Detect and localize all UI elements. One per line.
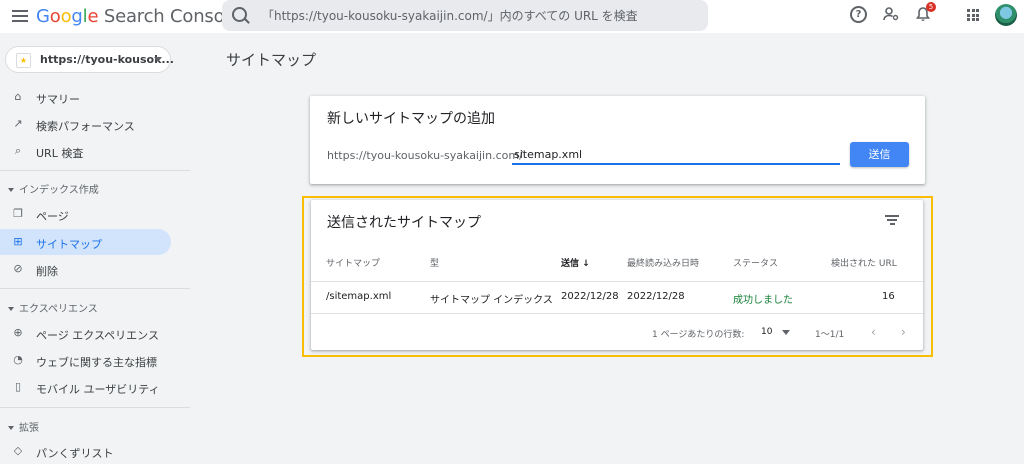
column-header-last-read[interactable]: 最終読み込み日時 (627, 256, 699, 269)
caret-down-icon (8, 426, 14, 430)
section-experience[interactable]: エクスペリエンス (8, 300, 98, 315)
add-sitemap-title: 新しいサイトマップの追加 (327, 111, 495, 127)
search-placeholder: 「https://tyou-kousoku-syakaijin.com/」内のす… (262, 9, 638, 23)
manage-users-icon[interactable] (882, 6, 900, 24)
add-sitemap-card: 新しいサイトマップの追加 https://tyou-kousoku-syakai… (310, 96, 925, 184)
submitted-sitemaps-title: 送信されたサイトマップ (327, 215, 481, 231)
sidebar-item-pages[interactable]: ❐ ページ (0, 201, 171, 227)
cell-status: 成功しました (733, 295, 793, 306)
phone-icon: ▯ (14, 380, 22, 393)
sitemap-url-prefix: https://tyou-kousoku-syakaijin.com/ (327, 149, 523, 162)
notification-badge: 5 (926, 2, 936, 12)
sidebar-item-breadcrumbs[interactable]: ◇ パンくずリスト (0, 438, 171, 464)
trending-icon: ↗ (13, 117, 23, 130)
caret-down-icon (8, 188, 14, 192)
sitemap-icon: ⊞ (13, 235, 23, 248)
table-divider (311, 281, 923, 282)
chevron-down-icon[interactable] (782, 330, 790, 335)
page-title: サイトマップ (226, 51, 317, 69)
diamond-icon: ◇ (13, 444, 23, 457)
filter-icon[interactable] (885, 215, 899, 225)
chevron-down-icon (154, 57, 162, 62)
cell-last-read: 2022/12/28 (627, 291, 685, 302)
site-favicon-icon: ★ (16, 53, 31, 68)
section-index[interactable]: インデックス作成 (8, 181, 99, 196)
sidebar-divider (0, 288, 190, 289)
sidebar-divider (0, 170, 190, 171)
search-icon (232, 7, 247, 22)
sidebar-item-summary[interactable]: ⌂ サマリー (0, 84, 171, 110)
search-icon: ⌕ (14, 144, 22, 157)
table-divider (311, 313, 923, 314)
menu-icon[interactable] (12, 8, 28, 24)
apps-grid-icon[interactable] (967, 9, 979, 21)
rows-per-page-select[interactable]: 10 (761, 327, 772, 337)
sidebar-item-performance[interactable]: ↗ 検索パフォーマンス (0, 111, 171, 137)
pagination-range: 1〜1/1 (815, 330, 845, 340)
sidebar-item-core-web-vitals[interactable]: ◔ ウェブに関する主な指標 (0, 347, 171, 373)
sidebar-item-mobile-usability[interactable]: ▯ モバイル ユーザビリティ (0, 374, 171, 400)
cell-sitemap[interactable]: /sitemap.xml (326, 291, 391, 302)
sitemap-url-input[interactable] (512, 145, 840, 165)
home-icon: ⌂ (14, 90, 22, 103)
column-header-discovered-urls[interactable]: 検出された URL (831, 256, 897, 269)
plus-circle-icon: ⊕ (13, 326, 23, 339)
section-enhancements[interactable]: 拡張 (8, 419, 39, 434)
arrow-down-icon: ↓ (582, 259, 590, 269)
speed-icon: ◔ (13, 353, 23, 366)
sidebar-divider (0, 407, 190, 408)
sidebar-item-page-experience[interactable]: ⊕ ページ エクスペリエンス (0, 320, 171, 346)
cell-type: サイトマップ インデックス (430, 295, 553, 306)
cell-submitted: 2022/12/28 (561, 291, 619, 302)
previous-page-icon[interactable]: ‹ (871, 325, 876, 339)
pages-icon: ❐ (13, 207, 23, 220)
column-header-type[interactable]: 型 (430, 256, 439, 269)
sidebar-item-removals[interactable]: ⊘ 削除 (0, 256, 171, 282)
submit-button[interactable]: 送信 (850, 142, 909, 167)
url-inspection-search-bar[interactable]: 「https://tyou-kousoku-syakaijin.com/」内のす… (222, 0, 708, 31)
rows-per-page-label: 1 ページあたりの行数: (652, 330, 745, 340)
caret-down-icon (8, 307, 14, 311)
removals-icon: ⊘ (13, 262, 23, 275)
next-page-icon[interactable]: › (901, 325, 906, 339)
sidebar-item-sitemaps[interactable]: ⊞ サイトマップ (0, 229, 171, 255)
property-selector[interactable]: ★ https://tyou-kousok... (5, 46, 174, 73)
submitted-sitemaps-card: 送信されたサイトマップ サイトマップ 型 送信 ↓ 最終読み込み日時 ステータス… (311, 200, 923, 350)
column-header-sitemap[interactable]: サイトマップ (326, 256, 380, 269)
top-app-bar: Google Search Console 「https://tyou-kous… (0, 0, 1024, 33)
column-header-status[interactable]: ステータス (733, 256, 778, 269)
column-header-submitted[interactable]: 送信 ↓ (561, 256, 590, 269)
search-console-logo[interactable]: Google Search Console (36, 6, 240, 27)
cell-discovered-urls: 16 (882, 291, 895, 302)
help-icon[interactable]: ? (850, 6, 867, 23)
avatar[interactable] (995, 4, 1017, 26)
sidebar-item-url-inspection[interactable]: ⌕ URL 検査 (0, 138, 171, 164)
